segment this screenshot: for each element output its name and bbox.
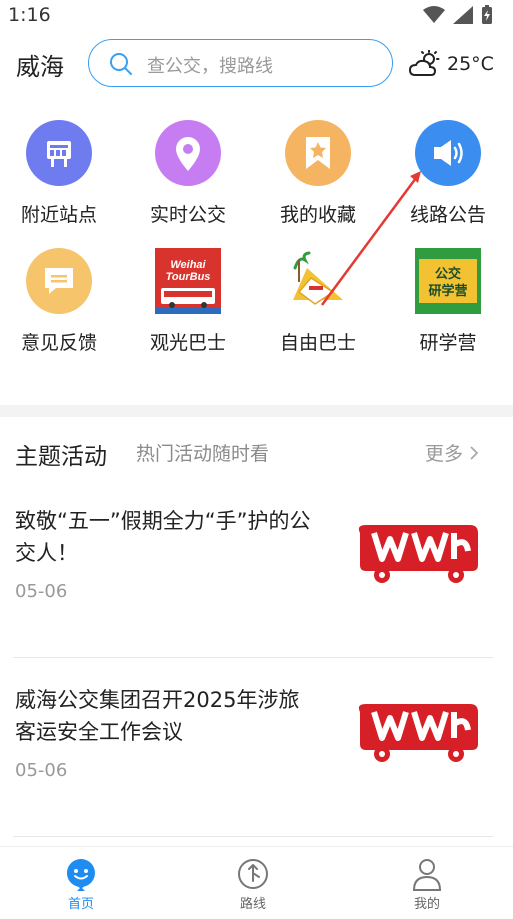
more-link[interactable]: 更多 — [425, 439, 479, 466]
chevron-right-icon — [470, 445, 479, 460]
nav-label: 路线 — [239, 897, 266, 912]
nav-routes[interactable]: 路线 — [203, 857, 303, 912]
route-compass-icon — [238, 859, 268, 889]
news-title: 致敬“五一”假期全力“手”护的公交人！ — [15, 509, 311, 565]
list-divider — [13, 836, 493, 837]
news-date: 05-06 — [15, 581, 68, 602]
section-divider — [0, 405, 513, 417]
bottom-nav: 首页 路线 我的 — [0, 846, 513, 919]
section-title: 主题活动 — [15, 444, 107, 470]
nav-label: 首页 — [67, 897, 94, 912]
news-title: 威海公交集团召开2025年涉旅客运安全工作会议 — [15, 688, 300, 744]
bus-logo-thumbnail — [358, 704, 478, 762]
section-subtitle: 热门活动随时看 — [136, 443, 270, 465]
list-divider — [13, 657, 493, 658]
nav-label: 我的 — [413, 897, 440, 912]
nav-profile[interactable]: 我的 — [377, 857, 477, 912]
more-label: 更多 — [425, 443, 464, 465]
nav-home[interactable]: 首页 — [31, 857, 131, 912]
user-icon — [412, 859, 442, 891]
home-smiley-icon — [66, 859, 95, 891]
bus-logo-thumbnail — [358, 525, 478, 583]
news-date: 05-06 — [15, 760, 68, 781]
